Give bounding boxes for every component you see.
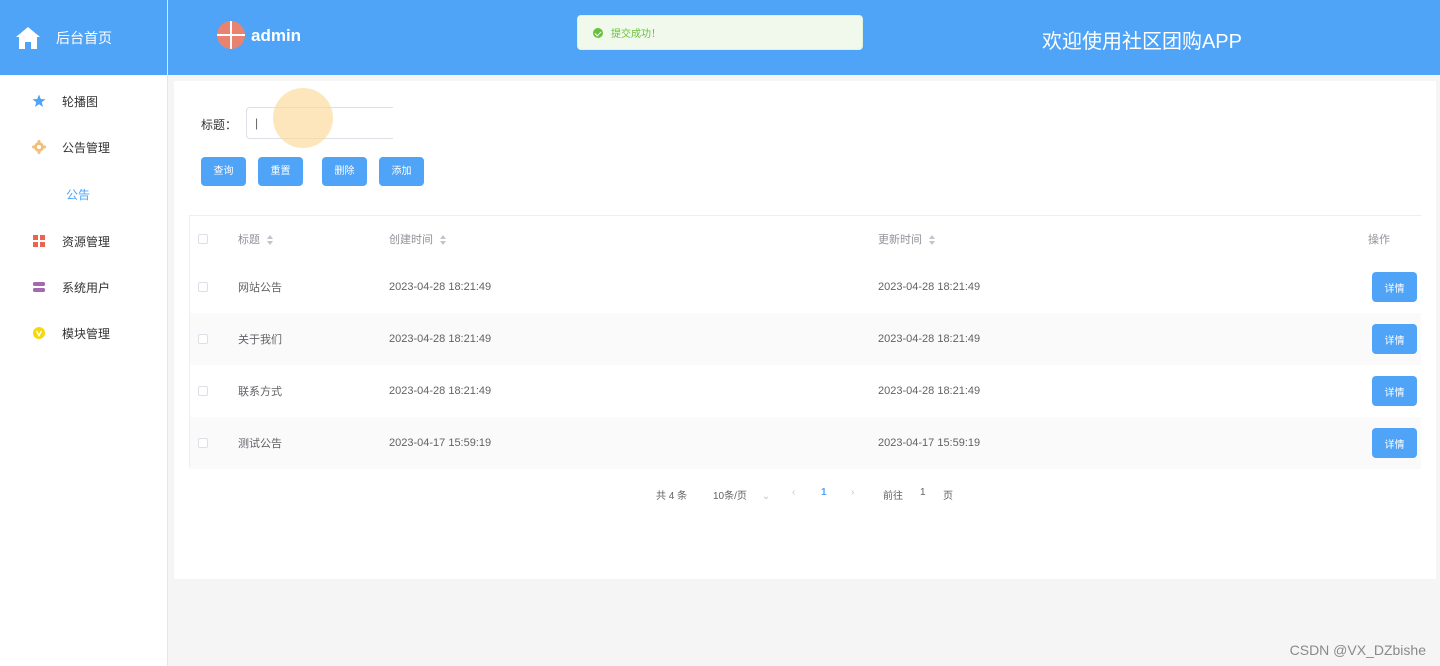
goto-label: 前往 xyxy=(883,491,903,502)
sidebar-item-system-users[interactable]: 系统用户 xyxy=(0,264,167,310)
detail-button[interactable]: 详情 xyxy=(1372,428,1417,458)
delete-button[interactable]: 删除 xyxy=(322,157,367,186)
sidebar-subitem-label: 公告 xyxy=(66,187,91,202)
avatar[interactable] xyxy=(217,21,245,49)
row-checkbox[interactable] xyxy=(198,438,208,448)
chevron-down-icon: ⌄ xyxy=(761,491,771,502)
column-header-label: 创建时间 xyxy=(389,233,433,246)
sidebar-item-label: 资源管理 xyxy=(62,234,111,249)
sidebar-item-label: 轮播图 xyxy=(62,94,99,109)
sort-icon xyxy=(440,234,447,245)
sidebar-item-label: 系统用户 xyxy=(62,280,111,295)
welcome-title: 欢迎使用社区团购APP xyxy=(1041,31,1242,53)
column-header-created[interactable]: 创建时间 xyxy=(389,231,447,247)
cell-created: 2023-04-28 18:21:49 xyxy=(389,385,492,397)
sidebar-item-carousel[interactable]: 轮播图 xyxy=(0,78,167,124)
page-number-current[interactable]: 1 xyxy=(821,487,827,498)
sort-icon xyxy=(929,234,936,245)
notice-table: 标题 创建时间 更新时间 操作 网站公告 2023-04-28 18:21:49… xyxy=(189,215,1421,469)
grid-icon xyxy=(33,235,45,247)
pagination: 共 4 条 10条/页 ⌄ ‹ 1 › 前往 1 页 xyxy=(174,484,1436,504)
sidebar: 后台首页 轮播图 公告管理 公告 资源管理 系统用户 模块管理 xyxy=(0,0,168,666)
cell-created: 2023-04-28 18:21:49 xyxy=(389,333,492,345)
sidebar-item-module-management[interactable]: 模块管理 xyxy=(0,310,167,356)
table-row: 测试公告 2023-04-17 15:59:19 2023-04-17 15:5… xyxy=(189,417,1421,469)
sidebar-item-resource-management[interactable]: 资源管理 xyxy=(0,218,167,264)
user-group-icon xyxy=(33,282,45,292)
query-button[interactable]: 查询 xyxy=(201,157,246,186)
table-border xyxy=(189,215,190,467)
cell-updated: 2023-04-28 18:21:49 xyxy=(878,281,981,293)
column-header-label: 更新时间 xyxy=(878,233,922,246)
sidebar-brand-label: 后台首页 xyxy=(56,29,112,46)
table-row: 网站公告 2023-04-28 18:21:49 2023-04-28 18:2… xyxy=(189,261,1421,313)
page-suffix: 页 xyxy=(943,491,953,502)
column-header-label: 标题 xyxy=(238,233,260,246)
module-icon xyxy=(33,327,45,339)
check-circle-icon xyxy=(593,27,603,38)
content-card: 标题： 查询 重置 删除 添加 标题 创建时间 更新时间 操作 网站公告 202 xyxy=(174,81,1436,579)
gear-icon xyxy=(32,140,46,154)
home-icon xyxy=(16,26,40,49)
sidebar-item-label: 公告管理 xyxy=(62,140,111,155)
row-checkbox[interactable] xyxy=(198,334,208,344)
next-page-icon[interactable]: › xyxy=(851,487,854,498)
pagination-total: 共 4 条 xyxy=(656,491,688,502)
watermark: CSDN @VX_DZbishe xyxy=(1289,642,1426,658)
cell-created: 2023-04-17 15:59:19 xyxy=(389,437,492,449)
cell-title: 测试公告 xyxy=(238,438,282,450)
cell-updated: 2023-04-28 18:21:49 xyxy=(878,385,981,397)
title-search-input[interactable] xyxy=(246,107,393,139)
cell-created: 2023-04-28 18:21:49 xyxy=(389,281,492,293)
prev-page-icon[interactable]: ‹ xyxy=(792,487,795,498)
cell-title: 网站公告 xyxy=(238,282,282,294)
sidebar-subitem-notice[interactable]: 公告 xyxy=(0,170,167,218)
detail-button[interactable]: 详情 xyxy=(1372,272,1417,302)
toast-message: 提交成功！ xyxy=(611,29,661,40)
cell-title: 关于我们 xyxy=(238,334,282,346)
search-label: 标题： xyxy=(201,118,238,132)
goto-page-input[interactable]: 1 xyxy=(920,487,926,498)
table-header: 标题 创建时间 更新时间 操作 xyxy=(189,215,1421,261)
page-size-value: 10条/页 xyxy=(713,491,747,502)
sort-icon xyxy=(267,234,274,245)
table-row: 联系方式 2023-04-28 18:21:49 2023-04-28 18:2… xyxy=(189,365,1421,417)
star-icon xyxy=(32,94,46,107)
sidebar-brand[interactable]: 后台首页 xyxy=(0,0,167,75)
detail-button[interactable]: 详情 xyxy=(1372,376,1417,406)
cell-title: 联系方式 xyxy=(238,386,282,398)
username[interactable]: admin xyxy=(251,26,301,46)
sidebar-item-notice-management[interactable]: 公告管理 xyxy=(0,124,167,170)
row-checkbox[interactable] xyxy=(198,282,208,292)
column-header-actions: 操作 xyxy=(1368,233,1390,246)
cell-updated: 2023-04-28 18:21:49 xyxy=(878,333,981,345)
reset-button[interactable]: 重置 xyxy=(258,157,303,186)
page-size-select[interactable]: 10条/页 ⌄ xyxy=(713,487,770,502)
detail-button[interactable]: 详情 xyxy=(1372,324,1417,354)
row-checkbox[interactable] xyxy=(198,386,208,396)
add-button[interactable]: 添加 xyxy=(379,157,424,186)
column-header-updated[interactable]: 更新时间 xyxy=(878,231,936,247)
success-toast: 提交成功！ xyxy=(577,15,863,50)
sidebar-item-label: 模块管理 xyxy=(62,326,111,341)
select-all-checkbox[interactable] xyxy=(198,233,208,244)
cell-updated: 2023-04-17 15:59:19 xyxy=(878,437,981,449)
table-row: 关于我们 2023-04-28 18:21:49 2023-04-28 18:2… xyxy=(189,313,1421,365)
column-header-title[interactable]: 标题 xyxy=(238,231,274,247)
